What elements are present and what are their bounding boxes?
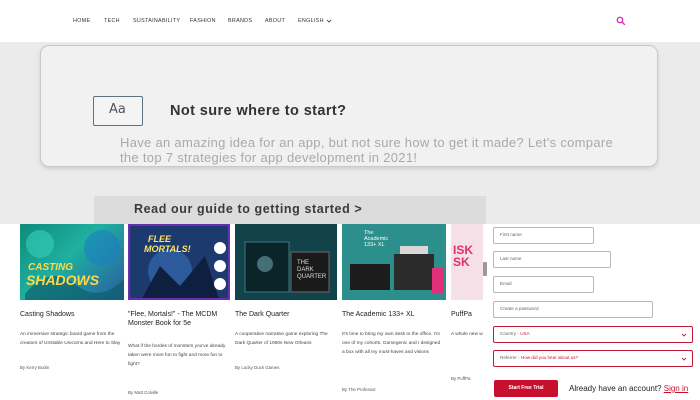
card-author: By PuffPa bbox=[451, 376, 471, 381]
card-title[interactable]: Casting Shadows bbox=[20, 310, 74, 319]
card-image[interactable]: THE DARK QUARTER bbox=[235, 224, 337, 300]
card-author: By The Professor bbox=[342, 387, 376, 392]
first-name-placeholder: First name bbox=[500, 232, 522, 237]
country-select[interactable]: Country - USA bbox=[493, 326, 693, 343]
card-title[interactable]: PuffPa bbox=[451, 310, 472, 319]
card-image-text: MORTALS! bbox=[144, 244, 191, 254]
chevron-down-icon[interactable] bbox=[681, 356, 687, 362]
last-name-field[interactable]: Last name bbox=[493, 251, 611, 268]
referral-label: Referrer - bbox=[500, 355, 520, 360]
card-title[interactable]: The Academic 133+ XL bbox=[342, 310, 415, 319]
referral-value: How did you hear about us? bbox=[520, 355, 579, 360]
card-image-text: ISK SK bbox=[453, 244, 473, 268]
card-image-text-line: QUARTER bbox=[297, 274, 327, 280]
card-image[interactable]: The Academic 133+ XL bbox=[342, 224, 446, 300]
scrollbar-thumb[interactable] bbox=[483, 262, 487, 276]
card-image-text: THE DARK QUARTER bbox=[297, 260, 326, 281]
have-account-text: Already have an account? bbox=[569, 384, 664, 393]
country-value: USA bbox=[520, 331, 530, 336]
promo-title: Not sure where to start? bbox=[170, 103, 347, 119]
project-card[interactable]: ISK SK PuffPa A whole new way to never..… bbox=[451, 224, 483, 400]
card-author: By Lucky Duck Games bbox=[235, 365, 280, 370]
card-image-text-line: DARK bbox=[297, 267, 314, 273]
password-field[interactable]: Create a password bbox=[493, 301, 653, 318]
nav-brands[interactable]: BRANDS bbox=[228, 18, 252, 24]
top-navigation: HOME TECH SUSTAINABILITY FASHION BRANDS … bbox=[0, 0, 700, 42]
nav-sustainability[interactable]: SUSTAINABILITY bbox=[133, 18, 180, 24]
project-card[interactable]: FLEE MORTALS! "Flee, Mortals!" - The MCD… bbox=[128, 224, 232, 400]
last-name-placeholder: Last name bbox=[500, 256, 522, 261]
password-placeholder: Create a password bbox=[500, 306, 539, 311]
nav-tech[interactable]: TECH bbox=[104, 18, 120, 24]
card-description: What if the hordes of monsters you've al… bbox=[128, 344, 226, 367]
project-card[interactable]: THE DARK QUARTER The Dark Quarter A coop… bbox=[235, 224, 339, 400]
card-author: By Matt Colville bbox=[128, 390, 159, 395]
card-description: An immersive strategic board game from t… bbox=[20, 332, 121, 346]
card-image-text: The Academic 133+ XL bbox=[364, 230, 388, 248]
card-description: A whole new way to never... bbox=[451, 332, 483, 337]
card-image[interactable]: FLEE MORTALS! bbox=[128, 224, 230, 300]
start-free-trial-button[interactable]: Start Free Trial bbox=[494, 380, 558, 397]
signin-prompt: Already have an account? Sign in bbox=[569, 384, 688, 393]
referral-select-text: Referrer - How did you hear about us? bbox=[500, 355, 578, 360]
email-placeholder: Email bbox=[500, 281, 512, 286]
project-card[interactable]: The Academic 133+ XL The Academic 133+ X… bbox=[342, 224, 448, 400]
referral-select[interactable]: Referrer - How did you hear about us? bbox=[493, 350, 693, 367]
guide-cta-button[interactable]: Read our guide to getting started > bbox=[94, 196, 486, 224]
nav-about[interactable]: ABOUT bbox=[265, 18, 285, 24]
nav-fashion[interactable]: FASHION bbox=[190, 18, 216, 24]
project-card[interactable]: CASTING SHADOWS Casting Shadows An immer… bbox=[20, 224, 126, 400]
first-name-field[interactable]: First name bbox=[493, 227, 594, 244]
start-free-trial-label: Start Free Trial bbox=[508, 385, 544, 391]
card-artwork bbox=[342, 224, 446, 300]
search-icon[interactable] bbox=[616, 16, 626, 26]
card-image-text: SHADOWS bbox=[26, 272, 100, 288]
language-selector[interactable]: ENGLISH bbox=[298, 18, 324, 24]
font-icon-text: Aa bbox=[109, 102, 126, 117]
email-field[interactable]: Email bbox=[493, 276, 594, 293]
nav-home[interactable]: HOME bbox=[73, 18, 90, 24]
card-image[interactable]: ISK SK bbox=[451, 224, 483, 300]
font-icon: Aa bbox=[93, 96, 143, 126]
card-author: By Kerry Bodin bbox=[20, 365, 50, 370]
card-image-text-line: THE bbox=[297, 260, 309, 266]
chevron-down-icon[interactable] bbox=[326, 18, 332, 24]
card-image[interactable]: CASTING SHADOWS bbox=[20, 224, 124, 300]
card-description: It's time to bring my own desk to the of… bbox=[342, 332, 441, 355]
card-description: A cooperative narrative game exploring T… bbox=[235, 332, 328, 346]
signin-link[interactable]: Sign in bbox=[664, 384, 688, 393]
card-image-text-line: 133+ XL bbox=[364, 242, 385, 248]
card-title[interactable]: "Flee, Mortals!" - The MCDM Monster Book… bbox=[128, 310, 232, 328]
card-image-text: FLEE bbox=[148, 234, 172, 244]
card-title[interactable]: The Dark Quarter bbox=[235, 310, 289, 319]
country-label: Country - bbox=[500, 331, 519, 336]
promo-body: Have an amazing idea for an app, but not… bbox=[120, 135, 614, 165]
card-artwork bbox=[130, 226, 228, 298]
card-image-text-line: SK bbox=[453, 255, 470, 269]
country-select-text: Country - USA bbox=[500, 331, 530, 336]
guide-cta-label: Read our guide to getting started > bbox=[134, 202, 363, 216]
chevron-down-icon[interactable] bbox=[681, 332, 687, 338]
